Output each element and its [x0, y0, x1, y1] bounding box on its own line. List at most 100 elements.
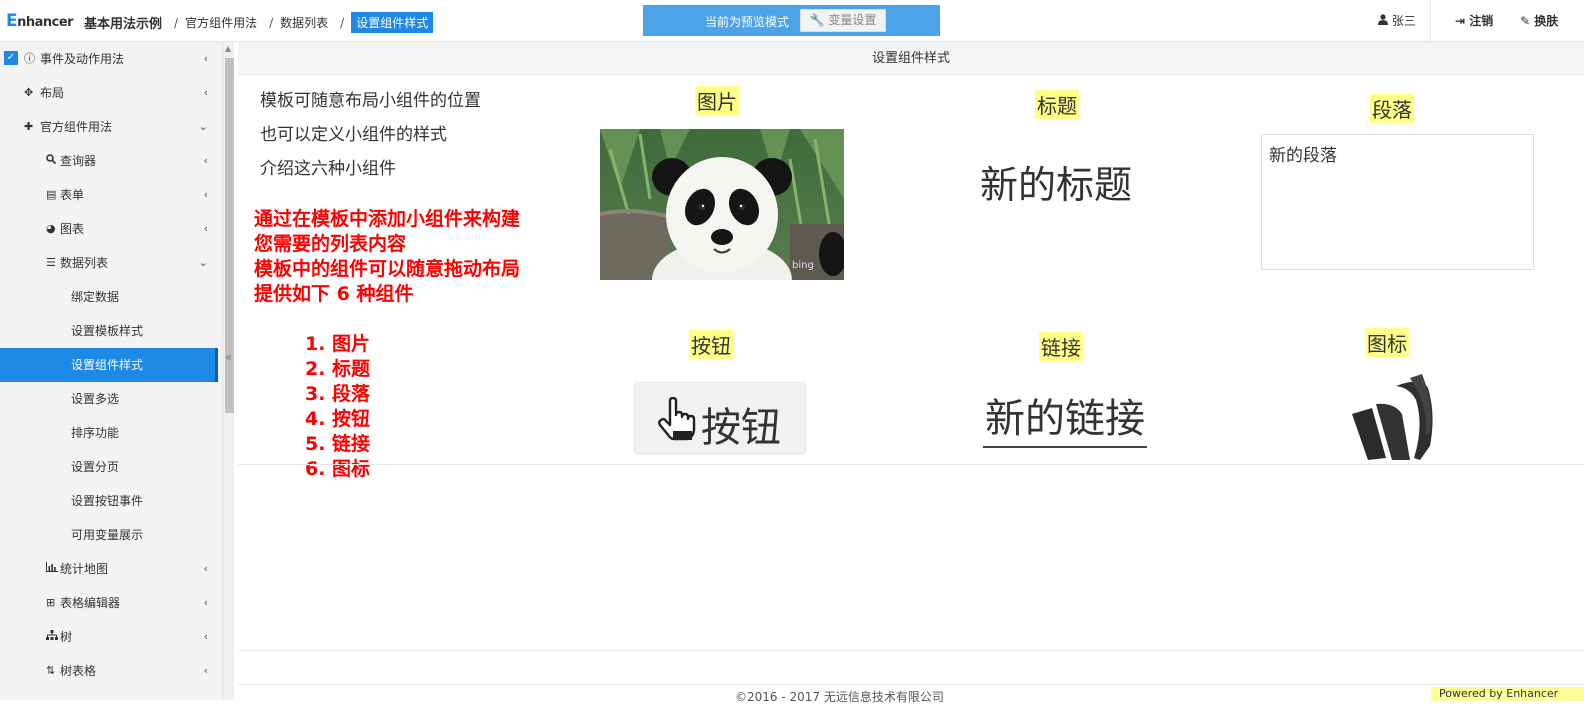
brush-icon: ✎	[1520, 14, 1531, 28]
sidebar-item-variables[interactable]: 可用变量展示	[0, 518, 218, 552]
intro-line: 也可以定义小组件的样式	[260, 125, 447, 145]
sort-icon: ⇅	[46, 664, 56, 677]
powered-by-badge[interactable]: Powered by Enhancer	[1431, 687, 1584, 701]
sample-button[interactable]: 按钮	[634, 382, 806, 454]
sitemap-icon	[46, 620, 58, 654]
sidebar-item-table-editor[interactable]: ⊞ 表格编辑器 ‹	[0, 586, 218, 620]
chevron-left-icon: ‹	[203, 86, 208, 99]
sidebar-item-tree-table[interactable]: ⇅ 树表格 ‹	[0, 654, 218, 688]
variable-settings-button[interactable]: 🔧 变量设置	[800, 9, 886, 32]
label-image: 图片	[695, 86, 739, 115]
sidebar-item-label: 树表格	[60, 664, 97, 678]
chevron-left-icon: ‹	[203, 664, 208, 677]
chevron-left-icon: ‹	[203, 154, 208, 167]
table-icon: ⊞	[46, 596, 56, 609]
red-line: 您需要的列表内容	[254, 233, 407, 255]
variable-settings-label: 变量设置	[828, 13, 877, 27]
sidebar-item-official-components[interactable]: ✚ 官方组件用法 ⌄	[0, 110, 218, 144]
red-line: 通过在模板中添加小组件来构建	[254, 208, 521, 230]
breadcrumb-item[interactable]: 数据列表	[280, 14, 328, 31]
label-link: 链接	[1039, 332, 1083, 361]
breadcrumb: 基本用法示例 / 官方组件用法 / 数据列表 / 设置组件样式	[84, 12, 434, 33]
enhancer-logo[interactable]: Enhancer	[6, 11, 74, 31]
intro-line: 介绍这六种小组件	[260, 159, 396, 179]
sidebar-item-label: 官方组件用法	[40, 120, 113, 134]
wechat-style-logo-icon	[1350, 374, 1436, 466]
puzzle-icon: ✚	[24, 120, 34, 133]
sidebar-item-label: 设置多选	[71, 392, 120, 406]
sidebar-item-component-style[interactable]: 设置组件样式	[0, 348, 218, 382]
breadcrumb-item[interactable]: 官方组件用法	[185, 14, 257, 31]
breadcrumb-separator: /	[340, 15, 345, 30]
sidebar-item-label: 表格编辑器	[60, 596, 121, 610]
red-line: 提供如下 6 种组件	[254, 283, 414, 305]
sample-link[interactable]: 新的链接	[983, 386, 1147, 448]
sidebar-item-label: 图表	[60, 222, 85, 236]
sidebar-item-form[interactable]: ▤ 表单 ‹	[0, 178, 218, 212]
label-icon: 图标	[1365, 328, 1409, 357]
logo-text: nhancer	[17, 15, 74, 30]
footer: ©2016 - 2017 无远信息技术有限公司 Powered by Enhan…	[238, 684, 1584, 704]
form-icon: ▤	[46, 188, 57, 201]
sidebar-item-chart[interactable]: ◕ 图表 ‹	[0, 212, 218, 246]
sidebar-item-template-style[interactable]: 设置模板样式	[0, 314, 218, 348]
sidebar-item-tree[interactable]: 树 ‹	[0, 620, 218, 654]
list-item: 6. 图标	[305, 458, 371, 480]
logout-button[interactable]: ⇥ 注销	[1455, 12, 1493, 29]
main-content: 设置组件样式 模板可随意布局小组件的位置 也可以定义小组件的样式 介绍这六种小组…	[238, 42, 1584, 704]
sidebar-item-button-events[interactable]: 设置按钮事件	[0, 484, 218, 518]
user-icon	[1378, 14, 1392, 28]
hand-pointer-icon	[657, 396, 697, 445]
sidebar-item-label: 布局	[40, 86, 65, 100]
bing-watermark: bing	[792, 260, 814, 271]
change-skin-button[interactable]: ✎ 换肤	[1520, 12, 1558, 29]
divider	[1430, 0, 1431, 42]
sidebar-item-label: 数据列表	[60, 256, 109, 270]
sidebar-item-label: 排序功能	[71, 426, 120, 440]
sidebar-item-layout[interactable]: ✥ 布局 ‹	[0, 76, 218, 110]
sidebar-item-label: 树	[60, 630, 73, 644]
breadcrumb-home[interactable]: 基本用法示例	[84, 13, 162, 32]
user-menu[interactable]: 张三	[1378, 12, 1416, 29]
panda-image: bing	[600, 129, 844, 280]
search-icon	[46, 144, 57, 178]
scroll-up-icon[interactable]: ▲	[225, 44, 231, 53]
breadcrumb-separator: /	[174, 15, 179, 30]
sample-button-label: 按钮	[701, 405, 781, 451]
chevron-left-icon: ‹	[203, 562, 208, 575]
intro-text: 模板可随意布局小组件的位置 也可以定义小组件的样式 介绍这六种小组件	[260, 84, 481, 186]
sidebar-item-pagination[interactable]: 设置分页	[0, 450, 218, 484]
sidebar-item-events[interactable]: ✓ ⓘ 事件及动作用法 ‹	[0, 42, 218, 76]
wrench-icon: 🔧	[809, 13, 825, 27]
sidebar-item-multi-select[interactable]: 设置多选	[0, 382, 218, 416]
sidebar-item-label: 设置模板样式	[71, 324, 144, 338]
chevron-left-icon: ‹	[203, 222, 208, 235]
info-circle-icon: ⓘ	[24, 52, 35, 65]
sidebar-item-label: 设置组件样式	[71, 358, 144, 372]
sidebar-item-query[interactable]: 查询器 ‹	[0, 144, 218, 178]
sidebar-item-label: 查询器	[60, 154, 97, 168]
checkbox-icon[interactable]: ✓	[4, 51, 18, 65]
user-name: 张三	[1391, 14, 1416, 28]
collapse-sidebar-icon[interactable]: «	[225, 350, 232, 364]
sidebar-item-data-list[interactable]: ☰ 数据列表 ⌄	[0, 246, 218, 280]
top-bar: Enhancer 基本用法示例 / 官方组件用法 / 数据列表 / 设置组件样式…	[0, 0, 1584, 42]
breadcrumb-current: 设置组件样式	[351, 12, 434, 33]
sidebar-item-label: 表单	[60, 188, 85, 202]
chevron-left-icon: ‹	[203, 52, 208, 65]
sidebar-item-stat-map[interactable]: 统计地图 ‹	[0, 552, 218, 586]
sidebar-scrollbar[interactable]: ▲	[222, 42, 234, 700]
sidebar-item-label: 统计地图	[60, 562, 109, 576]
sidebar-item-label: 绑定数据	[71, 290, 120, 304]
row-divider	[238, 464, 1584, 465]
sample-paragraph: 新的段落	[1261, 134, 1534, 270]
sidebar-item-label: 可用变量展示	[71, 528, 144, 542]
skin-label: 换肤	[1534, 14, 1559, 28]
preview-mode-bar: 当前为预览模式 🔧 变量设置	[643, 5, 940, 36]
bar-chart-icon	[46, 552, 58, 586]
sidebar-item-bind-data[interactable]: 绑定数据	[0, 280, 218, 314]
red-description: 通过在模板中添加小组件来构建 您需要的列表内容 模板中的组件可以随意拖动布局 提…	[254, 207, 520, 307]
component-list: 1. 图片 2. 标题 3. 段落 4. 按钮 5. 链接 6. 图标	[305, 332, 370, 482]
chevron-down-icon: ⌄	[198, 120, 208, 133]
sidebar-item-sorting[interactable]: 排序功能	[0, 416, 218, 450]
